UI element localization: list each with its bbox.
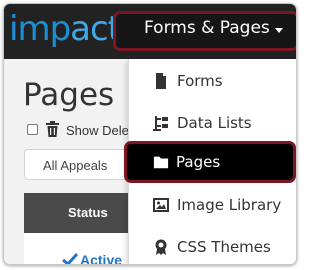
menu-item-label: Forms: [177, 72, 223, 90]
check-icon: [62, 252, 78, 264]
table-header: Status: [24, 193, 144, 233]
logo-text-main: imp: [9, 9, 71, 49]
impact-logo[interactable]: impact: [9, 9, 121, 49]
menu-item-pages[interactable]: Pages: [124, 141, 296, 183]
row-status-active[interactable]: Active: [80, 252, 122, 264]
list-tree-icon: [153, 116, 168, 131]
top-navbar: impact Forms & Pages: [4, 4, 296, 59]
certificate-icon: [155, 239, 167, 255]
image-icon: [153, 198, 169, 212]
menu-item-label: Data Lists: [177, 114, 252, 132]
menu-item-label: CSS Themes: [177, 238, 271, 256]
menu-item-forms[interactable]: Forms: [129, 63, 296, 99]
menu-item-data-lists[interactable]: Data Lists: [129, 105, 296, 141]
caret-down-icon: [275, 28, 283, 33]
screenshot-frame: impact Forms & Pages Pages Show Dele All…: [3, 3, 297, 265]
show-deleted-label: Show Dele: [66, 123, 129, 138]
status-column-header[interactable]: Status: [68, 205, 108, 220]
forms-pages-dropdown-menu: Forms Data Lists Pages Image Library CSS…: [124, 59, 296, 264]
table-row: Active: [24, 233, 144, 264]
appeals-filter-value: All Appeals: [43, 158, 108, 173]
menu-item-image-library[interactable]: Image Library: [129, 187, 296, 223]
menu-item-label: Image Library: [177, 196, 282, 214]
folder-icon: [153, 156, 169, 169]
file-icon: [156, 73, 166, 89]
trash-icon: [46, 121, 59, 137]
menu-item-css-themes[interactable]: CSS Themes: [129, 229, 296, 264]
page-title: Pages: [23, 77, 115, 113]
menu-item-label: Pages: [176, 153, 221, 171]
forms-pages-menu-button[interactable]: Forms & Pages: [144, 18, 270, 38]
show-deleted-checkbox[interactable]: [27, 124, 38, 135]
